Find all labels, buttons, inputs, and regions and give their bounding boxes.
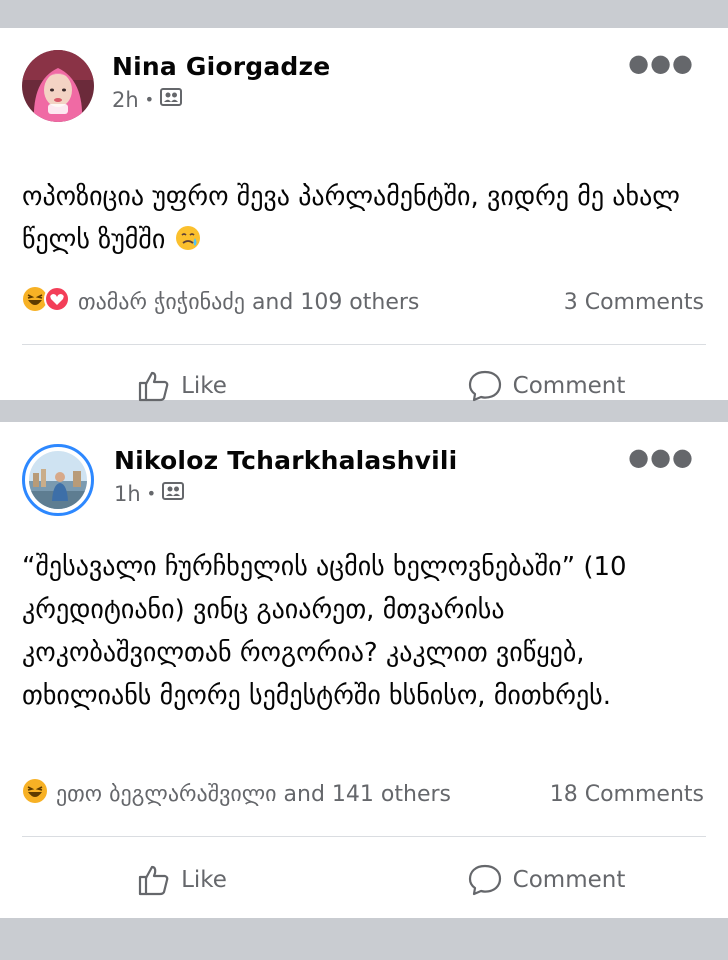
more-options-icon[interactable]: ●●●: [628, 51, 694, 75]
post-header: Nina Giorgadze 2h •: [22, 50, 330, 122]
post-stats: თამარ ჭიჭინაძე and 109 others 3 Comments: [22, 286, 704, 318]
reactions-summary[interactable]: ეთო ბეგლარაშვილი and 141 others: [22, 778, 451, 810]
comment-button[interactable]: Comment: [364, 368, 728, 404]
post-header: Nikoloz Tcharkhalashvili 1h •: [22, 444, 457, 516]
like-icon: [138, 371, 169, 402]
love-reaction-icon: [44, 286, 70, 318]
comment-label: Comment: [512, 867, 626, 893]
avatar[interactable]: [22, 50, 94, 122]
comment-button[interactable]: Comment: [364, 862, 728, 898]
post-text-content: ოპოზიცია უფრო შევა პარლამენტში, ვიდრე მე…: [22, 182, 680, 255]
crying-smile-emoji: [174, 223, 202, 266]
author-name[interactable]: Nina Giorgadze: [112, 52, 330, 81]
like-button[interactable]: Like: [0, 368, 364, 404]
haha-reaction-icon: [22, 778, 48, 810]
feed-separator: [0, 918, 728, 940]
post-stats: ეთო ბეგლარაშვილი and 141 others 18 Comme…: [22, 778, 704, 810]
more-options-icon[interactable]: ●●●: [628, 445, 694, 469]
feed-separator: [0, 0, 728, 28]
divider: [22, 344, 706, 345]
comments-count[interactable]: 18 Comments: [550, 782, 704, 807]
comment-icon: [468, 370, 501, 402]
post-text: ოპოზიცია უფრო შევა პარლამენტში, ვიდრე მე…: [22, 176, 708, 266]
post-time[interactable]: 2h: [112, 88, 139, 112]
feed-post: Nina Giorgadze 2h • ●●● ოპოზიცია უფრო შე…: [0, 28, 728, 402]
friends-icon: [160, 87, 183, 112]
avatar[interactable]: [22, 444, 94, 516]
like-label: Like: [181, 373, 227, 399]
separator-dot: •: [146, 484, 157, 503]
separator-dot: •: [144, 90, 155, 109]
friends-icon: [162, 481, 185, 506]
like-label: Like: [181, 867, 227, 893]
comments-count[interactable]: 3 Comments: [564, 290, 704, 315]
author-name[interactable]: Nikoloz Tcharkhalashvili: [114, 446, 457, 475]
comment-label: Comment: [512, 373, 626, 399]
reactions-summary[interactable]: თამარ ჭიჭინაძე and 109 others: [22, 286, 419, 318]
divider: [22, 836, 706, 837]
like-icon: [138, 865, 169, 896]
post-actions: Like Comment: [0, 862, 728, 898]
feed-post: Nikoloz Tcharkhalashvili 1h • ●●● “შესავ…: [0, 422, 728, 918]
post-time[interactable]: 1h: [114, 482, 141, 506]
post-actions: Like Comment: [0, 368, 728, 404]
like-button[interactable]: Like: [0, 862, 364, 898]
comment-icon: [468, 864, 501, 896]
reactions-text[interactable]: ეთო ბეგლარაშვილი and 141 others: [56, 782, 451, 807]
reactions-text[interactable]: თამარ ჭიჭინაძე and 109 others: [78, 290, 419, 315]
post-text: “შესავალი ჩურჩხელის აცმის ხელოვნებაში” (…: [22, 552, 627, 711]
